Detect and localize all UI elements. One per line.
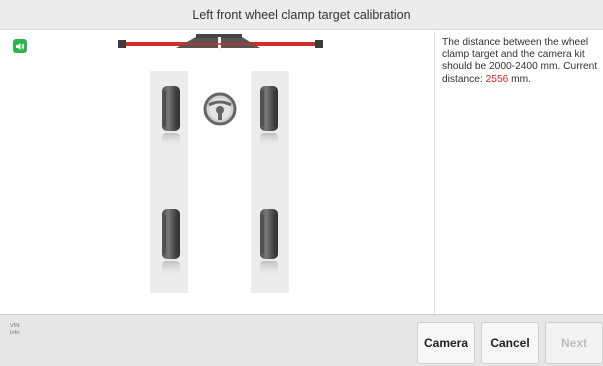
vehicle-meta: VIN: Info: [10,323,21,337]
page-title: Left front wheel clamp target calibratio… [192,7,411,22]
instruction-unit: mm. [508,73,531,85]
vehicle-diagram [118,34,323,293]
footer-bar: VIN: Info: Camera Cancel Next [0,314,603,366]
speaker-icon [16,42,25,50]
title-bar: Left front wheel clamp target calibratio… [0,0,603,30]
front-left-tire [162,86,180,149]
panel-divider [434,31,435,314]
current-distance-value: 2556 [485,73,509,85]
camera-button[interactable]: Camera [417,322,475,364]
front-right-tire [260,86,278,149]
info-label: Info: [10,330,21,336]
steering-wheel-icon [203,92,237,126]
sound-button[interactable] [13,39,27,53]
rear-left-tire [162,209,180,279]
vin-label: VIN: [10,323,21,329]
instruction-text: The distance between the wheel clamp tar… [442,37,600,86]
main-area: The distance between the wheel clamp tar… [0,31,603,314]
rear-right-tire [260,209,278,279]
next-button[interactable]: Next [545,322,603,364]
cancel-button[interactable]: Cancel [481,322,539,364]
camera-beam [118,34,323,49]
